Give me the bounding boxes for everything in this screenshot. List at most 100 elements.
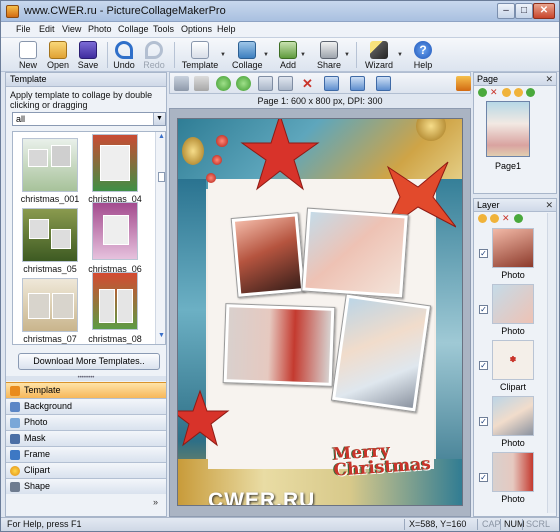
panel-resize-grip[interactable]: •••••••• [6,375,166,381]
layer-visibility-checkbox[interactable]: ✓ [479,361,488,370]
help-button[interactable]: ? Help [411,40,435,70]
save-button[interactable]: Save [75,40,101,70]
wizard-dropdown-icon[interactable]: ▼ [397,52,403,58]
menu-view[interactable]: View [62,24,81,34]
category-shape[interactable]: Shape [6,478,166,494]
printer-icon [320,41,338,59]
close-icon[interactable]: ✕ [545,199,553,211]
template-thumb-christmas_06[interactable] [92,202,138,260]
layer-visibility-checkbox[interactable]: ✓ [479,305,488,314]
layer-row[interactable]: ✓ Photo [474,451,556,507]
scroll-down-icon[interactable]: ▼ [157,332,165,342]
move-down-icon[interactable] [236,76,251,91]
layer-down-icon[interactable] [490,214,499,223]
template-dropdown-icon[interactable]: ▼ [220,52,226,58]
open-button[interactable]: Open [44,40,72,70]
status-separator [500,519,501,530]
page-up-icon[interactable] [502,88,511,97]
layer-visibility-checkbox[interactable]: ✓ [479,473,488,482]
refresh-icon[interactable] [526,88,535,97]
status-scroll: SCRL [526,519,551,529]
template-thumb-christmas_04[interactable] [92,134,138,192]
template-thumb-christmas_07[interactable] [22,278,78,332]
template-scrollbar[interactable]: ▲ ▼ [155,132,165,344]
layer-row[interactable]: ✓ Photo [474,227,556,283]
template-panel-title: Template [6,73,166,87]
menu-file[interactable]: File [16,24,31,34]
add-dropdown-icon[interactable]: ▼ [300,52,306,58]
ornament-ball [212,155,222,165]
align-icon[interactable] [324,76,339,91]
person-icon[interactable] [174,76,189,91]
redo-button[interactable]: Redo [141,40,167,70]
layer-visibility-checkbox[interactable]: ✓ [479,249,488,258]
bring-front-icon[interactable] [258,76,273,91]
layer-row[interactable]: ✓ Photo [474,283,556,339]
minimize-button[interactable]: – [497,3,515,19]
category-photo[interactable]: Photo [6,414,166,430]
new-button[interactable]: New [15,40,41,70]
collage-canvas[interactable]: Merry Christmas CWER.RU [169,108,471,517]
portrait-photo [234,216,302,294]
menu-options[interactable]: Options [181,24,212,34]
photo-frame-3[interactable] [222,303,336,387]
template-thumb-christmas_001[interactable] [22,138,78,192]
page-down-icon[interactable] [514,88,523,97]
delete-icon[interactable]: ✕ [300,76,315,91]
collage-dropdown-icon[interactable]: ▼ [263,52,269,58]
layer-visibility-checkbox[interactable]: ✓ [479,417,488,426]
menu-edit[interactable]: Edit [39,24,55,34]
delete-layer-icon[interactable]: ✕ [502,214,511,223]
add-button[interactable]: Add [277,40,299,70]
layer-row[interactable]: ✓ ✽ Clipart [474,339,556,395]
scroll-up-icon[interactable]: ▲ [157,133,165,143]
move-up-icon[interactable] [216,76,231,91]
layer-up-icon[interactable] [478,214,487,223]
toolbar-separator [174,42,175,68]
close-button[interactable]: ✕ [533,3,555,19]
collage-button[interactable]: Collage [232,40,263,70]
template-thumb-christmas_08[interactable] [92,272,138,330]
template-button[interactable]: Template [181,40,219,70]
photo-frame-4[interactable] [330,293,432,413]
share-button[interactable]: Share [315,40,343,70]
maximize-button[interactable]: □ [515,3,533,19]
menu-tools[interactable]: Tools [153,24,174,34]
photo-frame-2[interactable] [301,207,409,299]
menu-collage[interactable]: Collage [118,24,149,34]
download-templates-button[interactable]: Download More Templates.. [18,353,160,370]
template-filter-select[interactable]: all ▼ [12,112,166,126]
crop-icon[interactable] [194,76,209,91]
close-icon[interactable]: ✕ [545,73,553,85]
share-dropdown-icon[interactable]: ▼ [344,52,350,58]
scroll-thumb[interactable] [158,172,165,182]
delete-page-icon[interactable]: ✕ [490,88,499,97]
status-bar: For Help, press F1 X=588, Y=160 CAP NUM … [1,517,559,531]
category-template[interactable]: Template [6,382,166,398]
refresh-icon[interactable] [514,214,523,223]
undo-button[interactable]: Undo [111,40,137,70]
category-background[interactable]: Background [6,398,166,414]
photo-frame-1[interactable] [230,212,306,298]
zoom-icon[interactable] [456,76,471,91]
menu-photo[interactable]: Photo [88,24,112,34]
expand-categories-icon[interactable]: » [153,497,158,507]
distribute-icon[interactable] [350,76,365,91]
size-icon[interactable] [376,76,391,91]
chevron-down-icon[interactable]: ▼ [153,113,165,125]
collage-page[interactable]: Merry Christmas CWER.RU [177,118,463,506]
layer-row[interactable]: ✓ Photo [474,395,556,451]
layer-thumbnail [492,452,534,492]
category-frame[interactable]: Frame [6,446,166,462]
send-back-icon[interactable] [278,76,293,91]
menu-help[interactable]: Help [217,24,236,34]
layer-scrollbar[interactable] [547,213,556,513]
wizard-button[interactable]: Wizard [363,40,395,70]
title-bar[interactable]: www.CWER.ru - PictureCollageMakerPro – □… [1,1,559,22]
template-thumb-christmas_05[interactable] [22,208,78,262]
page-thumbnail[interactable] [486,101,530,157]
add-page-icon[interactable] [478,88,487,97]
merry-christmas-clipart[interactable]: Merry Christmas [332,439,444,481]
category-clipart[interactable]: Clipart [6,462,166,478]
category-mask[interactable]: Mask [6,430,166,446]
